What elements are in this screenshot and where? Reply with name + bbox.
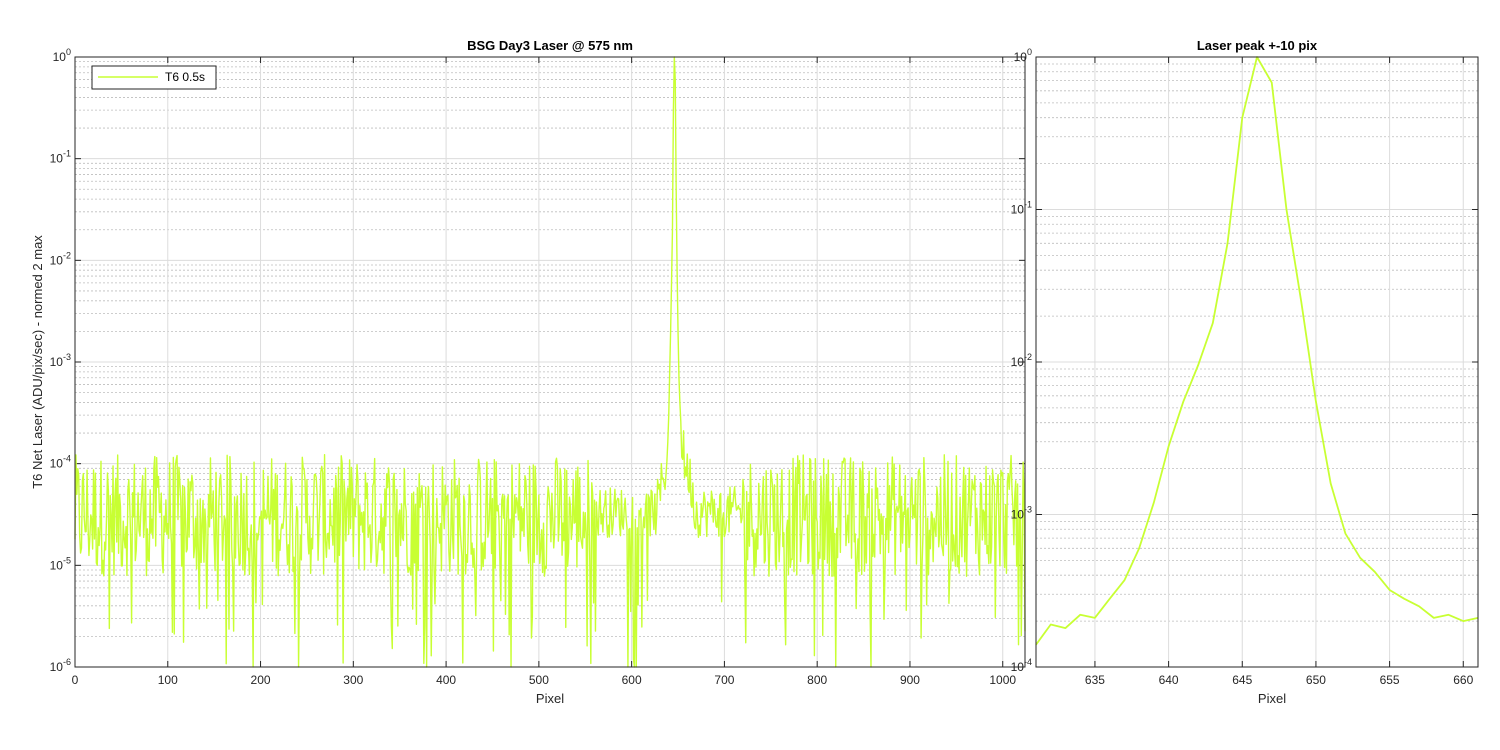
main-y-axis-label: T6 Net Laser (ADU/pix/sec) - normed 2 ma…	[30, 235, 45, 489]
peak-x-tick-label: 635	[1085, 673, 1105, 687]
main-chart-title: BSG Day3 Laser @ 575 nm	[467, 38, 633, 53]
main-x-tick-label: 900	[900, 673, 920, 687]
peak-y-tick-label: 10-4	[1011, 657, 1032, 674]
peak-x-axis-label: Pixel	[1258, 691, 1286, 706]
peak-x-tick-label: 660	[1453, 673, 1473, 687]
peak-zoom-chart: Laser peak +-10 pix 10-4 10-3 10-2 10-1 100 6…	[1011, 38, 1479, 706]
main-x-tick-label: 400	[436, 673, 456, 687]
main-y-tick-label: 10-4	[50, 454, 71, 471]
main-x-tick-label: 700	[714, 673, 734, 687]
main-y-tick-label: 10-5	[50, 555, 71, 572]
main-x-tick-label: 100	[158, 673, 178, 687]
main-x-tick-label: 0	[72, 673, 79, 687]
main-y-tick-label: 10-3	[50, 352, 71, 369]
legend: T6 0.5s	[91, 65, 217, 90]
main-spectrum-chart: BSG Day3 Laser @ 575 nm 10-6 10-5 10-4 10-3…	[30, 38, 1026, 706]
peak-x-tick-label: 655	[1380, 673, 1400, 687]
peak-x-tick-label: 640	[1159, 673, 1179, 687]
main-y-tick-label: 100	[53, 47, 71, 64]
peak-y-tick-label: 10-3	[1011, 505, 1032, 522]
main-x-tick-label: 600	[622, 673, 642, 687]
peak-y-tick-label: 10-2	[1011, 352, 1032, 369]
main-x-tick-label: 200	[251, 673, 271, 687]
peak-x-tick-label: 650	[1306, 673, 1326, 687]
main-y-tick-label: 10-1	[50, 149, 71, 166]
main-x-tick-label: 800	[807, 673, 827, 687]
peak-y-tick-label: 10-1	[1011, 200, 1032, 217]
figure: BSG Day3 Laser @ 575 nm 10-6 10-5 10-4 10-3…	[30, 38, 1479, 706]
peak-x-tick-label: 645	[1232, 673, 1252, 687]
peak-y-tick-label: 100	[1014, 47, 1032, 64]
legend-label: T6 0.5s	[165, 70, 205, 84]
main-y-tick-label: 10-2	[50, 250, 71, 267]
peak-chart-title: Laser peak +-10 pix	[1197, 38, 1318, 53]
main-y-tick-label: 10-6	[50, 657, 71, 674]
main-x-tick-label: 500	[529, 673, 549, 687]
main-x-tick-label: 1000	[989, 673, 1016, 687]
main-x-tick-label: 300	[343, 673, 363, 687]
main-x-axis-label: Pixel	[536, 691, 564, 706]
